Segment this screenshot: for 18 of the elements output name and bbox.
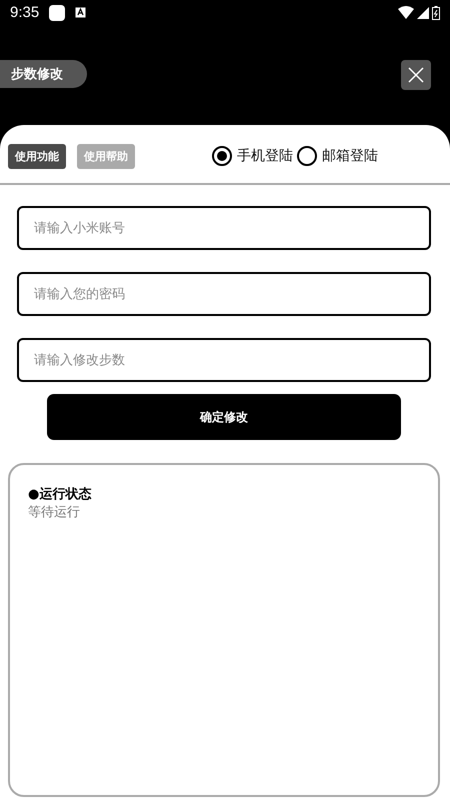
wifi-icon xyxy=(398,6,414,19)
close-button[interactable] xyxy=(401,60,431,90)
radio-option[interactable]: 邮箱登陆 xyxy=(297,146,378,166)
tab[interactable]: 使用功能 xyxy=(8,144,66,168)
close-icon xyxy=(408,67,424,83)
submit-button[interactable]: 确定修改 xyxy=(47,394,401,440)
status-message: 等待运行 xyxy=(28,504,81,521)
status-title: ●运行状态 xyxy=(28,486,92,503)
status-time: 9:35 xyxy=(10,4,40,21)
notification-icon xyxy=(75,7,86,18)
input-field[interactable]: 请输入小米账号 xyxy=(17,206,431,250)
battery-icon xyxy=(432,6,440,20)
input-field[interactable]: 请输入修改步数 xyxy=(17,338,431,382)
app-notification-icon xyxy=(49,4,66,20)
input-field[interactable]: 请输入您的密码 xyxy=(17,272,431,316)
radio-option[interactable]: 手机登陆 xyxy=(212,146,293,166)
header-title: 步数修改 xyxy=(0,60,87,88)
signal-icon xyxy=(417,6,429,18)
